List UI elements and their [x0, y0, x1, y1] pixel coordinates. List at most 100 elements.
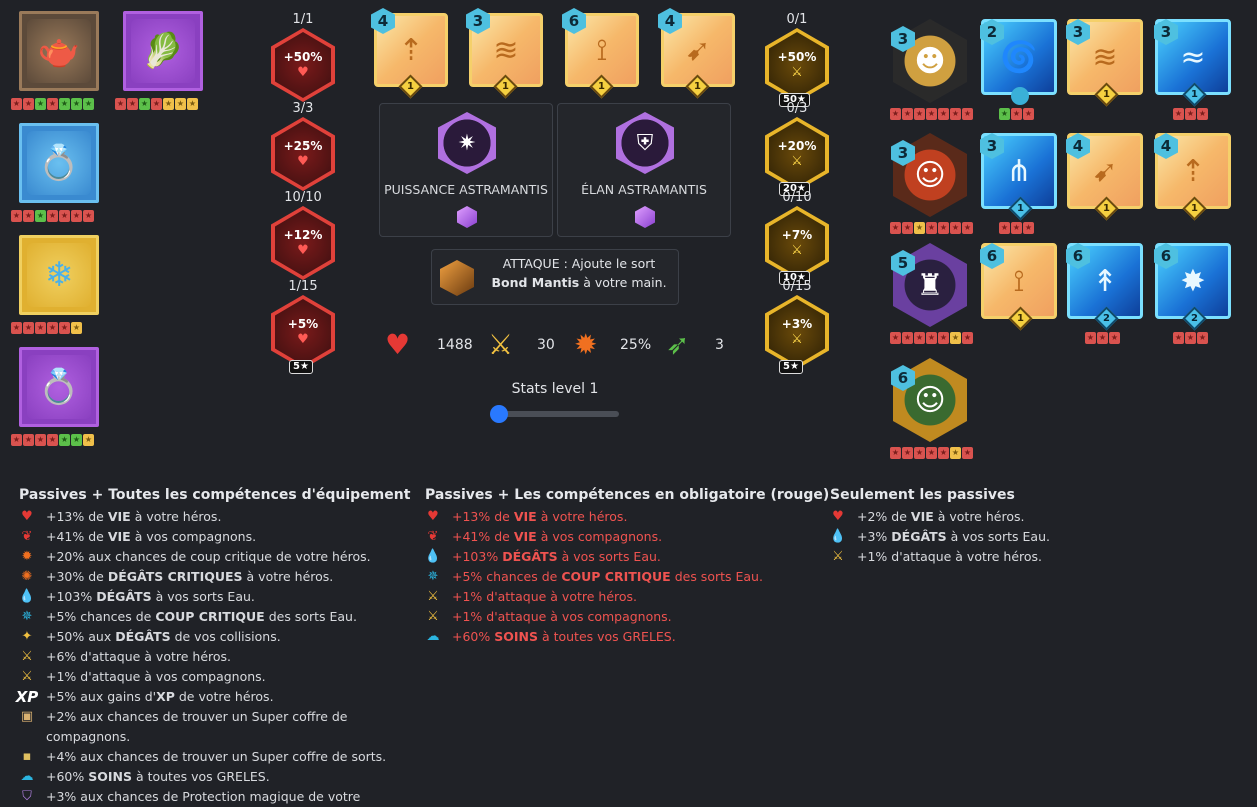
- equipment-slot[interactable]: 💍: [19, 123, 99, 203]
- rarity-star-icon: ★: [950, 108, 961, 120]
- rarity-star-icon: ★: [962, 447, 973, 459]
- life-bonus-percent: +50%: [283, 50, 323, 64]
- arrow-book-icon: ➹: [1092, 153, 1118, 189]
- passive-item: ✹ +20% aux chances de coup critique de vo…: [17, 547, 397, 567]
- swords-icon: ⚔: [21, 669, 33, 684]
- sword-icon: ⚔: [21, 649, 33, 664]
- passive-text-bold: DÉGÂTS: [891, 529, 947, 544]
- equipment-slot[interactable]: 🥬: [123, 11, 203, 91]
- passive-text-bold: VIE: [107, 509, 131, 524]
- astramantis-card[interactable]: ✷ PUISSANCE ASTRAMANTIS: [379, 103, 553, 237]
- passive-item: ⚔ +1% d'attaque à vos compagnons.: [17, 667, 397, 687]
- spell-level-value: 3: [1160, 23, 1172, 41]
- passive-text-bold: SOINS: [494, 629, 538, 644]
- passive-item: ♥ +2% de VIE à votre héros.: [828, 507, 1208, 527]
- rarity-star-icon: ★: [11, 434, 22, 446]
- passive-text-bold: COUP CRITIQUE: [155, 609, 265, 624]
- arrow-book-icon: ➹: [685, 32, 711, 68]
- passive-text-bold: VIE: [513, 529, 537, 544]
- passive-text-pre: +4% aux chances de trouver un Super coff…: [46, 749, 387, 764]
- passive-item: ⛉ +3% aux chances de Protection magique d…: [17, 787, 397, 807]
- rarity-star-icon: ★: [902, 108, 913, 120]
- attack-bonus-count: 0/10: [782, 190, 812, 205]
- passive-text: +41% de VIE à vos compagnons.: [452, 527, 662, 547]
- spell-level-value: 2: [986, 23, 998, 41]
- heart-icon: ♥: [385, 328, 411, 361]
- spell-bonus-value: 1: [1191, 89, 1198, 100]
- attack-description-rest: à votre main.: [579, 275, 667, 290]
- rarity-star-icon: ★: [1197, 332, 1208, 344]
- rarity-star-icon: ★: [151, 98, 162, 110]
- sword-icon: ⚔: [832, 549, 844, 564]
- heart-icon: ♥: [297, 332, 309, 347]
- attack-bonus-hex: +3% ⚔: [765, 295, 829, 369]
- stat-value: 3: [715, 337, 724, 353]
- equipment-rarity: ★ ★ ★ ★ ★ ★ ★: [11, 210, 94, 224]
- spell-level-value: 6: [568, 12, 580, 30]
- passive-text: +3% aux chances de Protection magique de…: [46, 787, 397, 807]
- passive-section-title: Seulement les passives: [830, 487, 1015, 503]
- life-bonus-fill: +12% ♥: [275, 210, 331, 276]
- life-bonus-count: 10/10: [284, 190, 322, 205]
- attack-bonus-count: 0/1: [786, 12, 808, 27]
- passive-section-title: Passives + Les compétences en obligatoir…: [425, 487, 830, 503]
- companion-level-value: 3: [897, 144, 909, 162]
- spell-level-value: 4: [1072, 137, 1084, 155]
- stats-level-slider[interactable]: [490, 405, 619, 423]
- rarity-star-icon: ★: [962, 108, 973, 120]
- equipment-slot[interactable]: 🫖: [19, 11, 99, 91]
- rarity-star-icon: ★: [938, 447, 949, 459]
- rarity-star-icon: ★: [890, 108, 901, 120]
- rarity-star-icon: ★: [902, 447, 913, 459]
- passive-text-post: à votre héros.: [933, 509, 1025, 524]
- passive-text-bold: COUP CRITIQUE: [561, 569, 671, 584]
- equipment-slot[interactable]: ❄: [19, 235, 99, 315]
- passive-text-pre: +1% d'attaque à votre héros.: [857, 549, 1043, 564]
- ice-burst-icon: ✸: [1180, 263, 1206, 299]
- spell-bonus-value: 1: [694, 81, 701, 92]
- sword-icon: ⚔: [488, 328, 514, 361]
- passive-text-pre: +6% d'attaque à votre héros.: [46, 649, 232, 664]
- spell-bonus-value: 1: [1191, 203, 1198, 214]
- rarity-star-icon: ★: [962, 332, 973, 344]
- passive-item: 💧 +3% DÉGÂTS à vos sorts Eau.: [828, 527, 1208, 547]
- rarity-star-icon: ★: [926, 108, 937, 120]
- sword-icon: ⚔: [791, 65, 803, 80]
- passive-text-pre: +60%: [452, 629, 495, 644]
- spell-level-value: 6: [1160, 247, 1172, 265]
- rarity-star-icon: ★: [71, 434, 82, 446]
- rarity-star-icon: ★: [962, 222, 973, 234]
- spell-level-value: 3: [472, 12, 484, 30]
- crit-chance-icon: ✹: [21, 549, 33, 564]
- water-drop-icon: 💧: [424, 549, 442, 564]
- attack-bonus-hex: +20% ⚔: [765, 117, 829, 191]
- water-sword-icon: ↟: [1092, 263, 1118, 299]
- heal-cloud-icon: ☁: [426, 629, 440, 644]
- rarity-star-icon: ★: [71, 210, 82, 222]
- passive-text-pre: +13% de: [452, 509, 514, 524]
- passive-text-pre: +5% aux gains d': [46, 689, 157, 704]
- stats-level-slider-thumb[interactable]: [490, 405, 508, 423]
- rarity-star-icon: ★: [59, 210, 70, 222]
- spell-bonus-value: 2: [1191, 313, 1198, 324]
- passive-item: XP +5% aux gains d'XP de votre héros.: [16, 687, 397, 707]
- stone-ring-icon: 💍: [27, 355, 91, 419]
- rarity-star-icon: ★: [23, 98, 34, 110]
- passive-text-bold: SOINS: [88, 769, 132, 784]
- passive-text-post: à vos sorts Eau.: [557, 549, 661, 564]
- astramantis-power-icon: ✷: [438, 112, 496, 174]
- spell-rarity: ★ ★ ★: [1173, 332, 1208, 346]
- spell-level-value: 3: [1072, 23, 1084, 41]
- astramantis-card[interactable]: ⛨ ÉLAN ASTRAMANTIS: [557, 103, 731, 237]
- rarity-star-icon: ★: [950, 332, 961, 344]
- spell-level-value: 6: [986, 247, 998, 265]
- rarity-star-icon: ★: [47, 98, 58, 110]
- equipment-slot[interactable]: 💍: [19, 347, 99, 427]
- rarity-star-icon: ★: [1109, 332, 1120, 344]
- rarity-star-icon: ★: [35, 210, 46, 222]
- passive-item: 💧 +103% DÉGÂTS à vos sorts Eau.: [423, 547, 803, 567]
- rarity-star-icon: ★: [23, 210, 34, 222]
- passive-text: +1% d'attaque à vos compagnons.: [46, 667, 266, 687]
- passive-item: ⚔ +1% d'attaque à votre héros.: [423, 587, 803, 607]
- rarity-star-icon: ★: [47, 322, 58, 334]
